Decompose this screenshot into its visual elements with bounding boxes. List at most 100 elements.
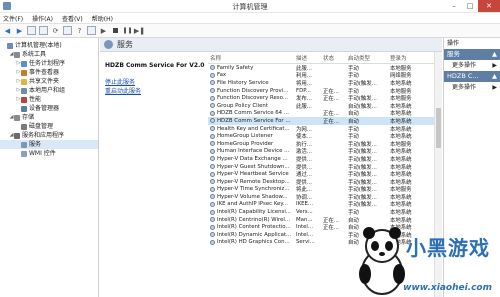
tree-node[interactable]: ▷ 任务计划程序 bbox=[0, 59, 98, 68]
column-status[interactable]: 状态 bbox=[323, 54, 348, 62]
more-actions-item[interactable]: 更多操作 ▶ bbox=[444, 60, 500, 71]
service-name-cell: Intel(R) Centrino(R) Wirel... bbox=[208, 217, 296, 223]
stop-service-link[interactable]: 停止此服务 bbox=[105, 77, 208, 86]
service-gear-icon bbox=[210, 133, 215, 139]
service-description: 将用... bbox=[296, 80, 312, 87]
tree-node-label: 服务和应用程序 bbox=[22, 132, 65, 139]
actions-section-selected-service[interactable]: HDZB C... ▲ bbox=[444, 71, 500, 82]
restart-service-link[interactable]: 重启动此服务 bbox=[105, 86, 208, 95]
service-gear-icon bbox=[210, 95, 215, 101]
tree-node-icon bbox=[21, 60, 27, 67]
service-name-cell: Hyper-V Remote Desktop... bbox=[208, 179, 296, 185]
refresh-icon[interactable]: ⟳ bbox=[51, 26, 60, 35]
tree-node-icon bbox=[14, 51, 20, 58]
service-name-cell: File History Service bbox=[208, 80, 296, 86]
forward-icon[interactable]: ▶ bbox=[15, 26, 24, 35]
tree-node-icon bbox=[21, 87, 27, 94]
back-icon[interactable]: ◀ bbox=[3, 26, 12, 35]
service-name-cell: Hyper-V Volume Shadow... bbox=[208, 194, 296, 200]
stop-service-icon[interactable] bbox=[111, 26, 120, 35]
column-log-on-as[interactable]: 登录为 bbox=[390, 54, 434, 62]
tree-node[interactable]: ◢ 系统工具 bbox=[0, 50, 98, 59]
service-name: Intel(R) Content Protectio... bbox=[217, 224, 291, 231]
properties-icon[interactable] bbox=[39, 26, 48, 35]
tree-node[interactable]: 服务 bbox=[0, 140, 98, 149]
tree-node[interactable]: ▷ 事件查看器 bbox=[0, 68, 98, 77]
scrollbar-thumb[interactable] bbox=[436, 108, 441, 148]
help-icon[interactable]: ? bbox=[75, 26, 84, 35]
service-description: 协调... bbox=[296, 194, 312, 201]
actions-section-label: HDZB C... bbox=[447, 72, 479, 80]
title-bar: 计算机管理 – □ ✕ bbox=[0, 0, 500, 13]
service-name-cell: Function Discovery Reso... bbox=[208, 95, 296, 101]
service-name-cell: IKE and AuthIP IPsec Key... bbox=[208, 201, 296, 207]
menu-action[interactable]: 操作(A) bbox=[32, 14, 53, 23]
tree-node[interactable]: ◢ 服务和应用程序 bbox=[0, 131, 98, 140]
tree-node-label: 计算机管理(本地) bbox=[15, 42, 62, 49]
service-name-cell: HDZB Comm Service For ... bbox=[208, 118, 296, 124]
tree-node[interactable]: ▷ 共享文件夹 bbox=[0, 77, 98, 86]
service-gear-icon bbox=[210, 194, 215, 200]
tree-node[interactable]: 计算机管理(本地) bbox=[0, 41, 98, 50]
service-gear-icon bbox=[210, 103, 215, 109]
start-service-icon[interactable]: ▶ bbox=[99, 26, 108, 35]
column-name[interactable]: 名称 bbox=[208, 54, 296, 62]
navigation-tree: 计算机管理(本地) ◢ 系统工具 ▷ 任务计划程序 ▷ 事件查看器 ▷ 共享文件夹 ▷ 本地用户和组… bbox=[0, 38, 99, 297]
service-name-cell: Intel(R) HD Graphics Con... bbox=[208, 239, 296, 245]
service-description: IKEE... bbox=[296, 201, 314, 208]
service-name: Intel(R) Dynamic Applicat... bbox=[217, 231, 292, 238]
service-gear-icon bbox=[210, 239, 215, 245]
service-description-pane: HDZB Comm Service For V2.0 停止此服务 重启动此服务 bbox=[100, 52, 208, 297]
service-gear-icon bbox=[210, 126, 215, 132]
service-gear-icon bbox=[210, 72, 215, 78]
service-description: Intel... bbox=[296, 224, 314, 231]
submenu-arrow-icon: ▶ bbox=[492, 62, 497, 69]
tree-node-icon bbox=[21, 150, 27, 157]
service-status: 正在... bbox=[323, 118, 339, 125]
tree-node[interactable]: ▷ 本地用户和组 bbox=[0, 86, 98, 95]
menu-view[interactable]: 查看(V) bbox=[62, 14, 83, 23]
tree-node[interactable]: 设备管理器 bbox=[0, 104, 98, 113]
minimize-button[interactable]: – bbox=[446, 0, 462, 12]
service-status: 正在... bbox=[323, 96, 339, 103]
tree-node[interactable]: 磁盘管理 bbox=[0, 122, 98, 131]
service-name: HomeGroup Listener bbox=[217, 133, 273, 140]
tree-node[interactable]: ◢ 存储 bbox=[0, 113, 98, 122]
more-actions-item[interactable]: 更多操作 ▶ bbox=[444, 82, 500, 93]
collapse-icon[interactable]: ▲ bbox=[492, 71, 497, 82]
column-description[interactable]: 描述 bbox=[296, 54, 323, 62]
tree-node-label: WMI 控件 bbox=[29, 150, 56, 157]
service-name: Function Discovery Reso... bbox=[217, 95, 288, 102]
menu-help[interactable]: 帮助(H) bbox=[92, 14, 113, 23]
services-header-title: 服务 bbox=[117, 40, 133, 49]
service-name: Function Discovery Provi... bbox=[217, 87, 289, 94]
service-name: HDZB Comm Service 64 ... bbox=[217, 110, 289, 117]
submenu-arrow-icon: ▶ bbox=[492, 84, 497, 91]
service-description: Intel... bbox=[296, 231, 314, 238]
service-gear-icon bbox=[210, 179, 215, 185]
tree-node[interactable]: WMI 控件 bbox=[0, 149, 98, 158]
toolbar: ◀ ▶ ⟳ ? ▶ ❚❚ ▶❚ bbox=[0, 24, 500, 38]
service-name: Hyper-V Volume Shadow... bbox=[217, 193, 288, 200]
menu-file[interactable]: 文件(F) bbox=[3, 14, 23, 23]
tree-node-label: 事件查看器 bbox=[29, 69, 60, 76]
watermark-text: 小黑游戏 bbox=[406, 236, 490, 260]
column-startup-type[interactable]: 启动类型 bbox=[348, 54, 390, 62]
actions-section-services[interactable]: 服务 ▲ bbox=[444, 49, 500, 60]
pause-service-icon[interactable]: ❚❚ bbox=[122, 26, 132, 35]
export-list-icon[interactable] bbox=[63, 26, 72, 35]
service-name-cell: Hyper-V Time Synchroniz... bbox=[208, 186, 296, 192]
tree-node[interactable]: ▷ 性能 bbox=[0, 95, 98, 104]
collapse-icon[interactable]: ▲ bbox=[492, 49, 497, 60]
window-title: 计算机管理 bbox=[232, 3, 268, 11]
service-gear-icon bbox=[210, 118, 215, 124]
console-icon[interactable] bbox=[87, 26, 96, 35]
show-hide-tree-icon[interactable] bbox=[27, 26, 36, 35]
service-name-cell: HomeGroup Listener bbox=[208, 133, 296, 139]
close-button[interactable]: ✕ bbox=[478, 0, 500, 12]
maximize-button[interactable]: □ bbox=[462, 0, 478, 12]
service-gear-icon bbox=[210, 156, 215, 162]
tree-node-icon bbox=[14, 114, 20, 121]
service-gear-icon bbox=[210, 164, 215, 170]
restart-service-icon[interactable]: ▶❚ bbox=[134, 26, 145, 35]
